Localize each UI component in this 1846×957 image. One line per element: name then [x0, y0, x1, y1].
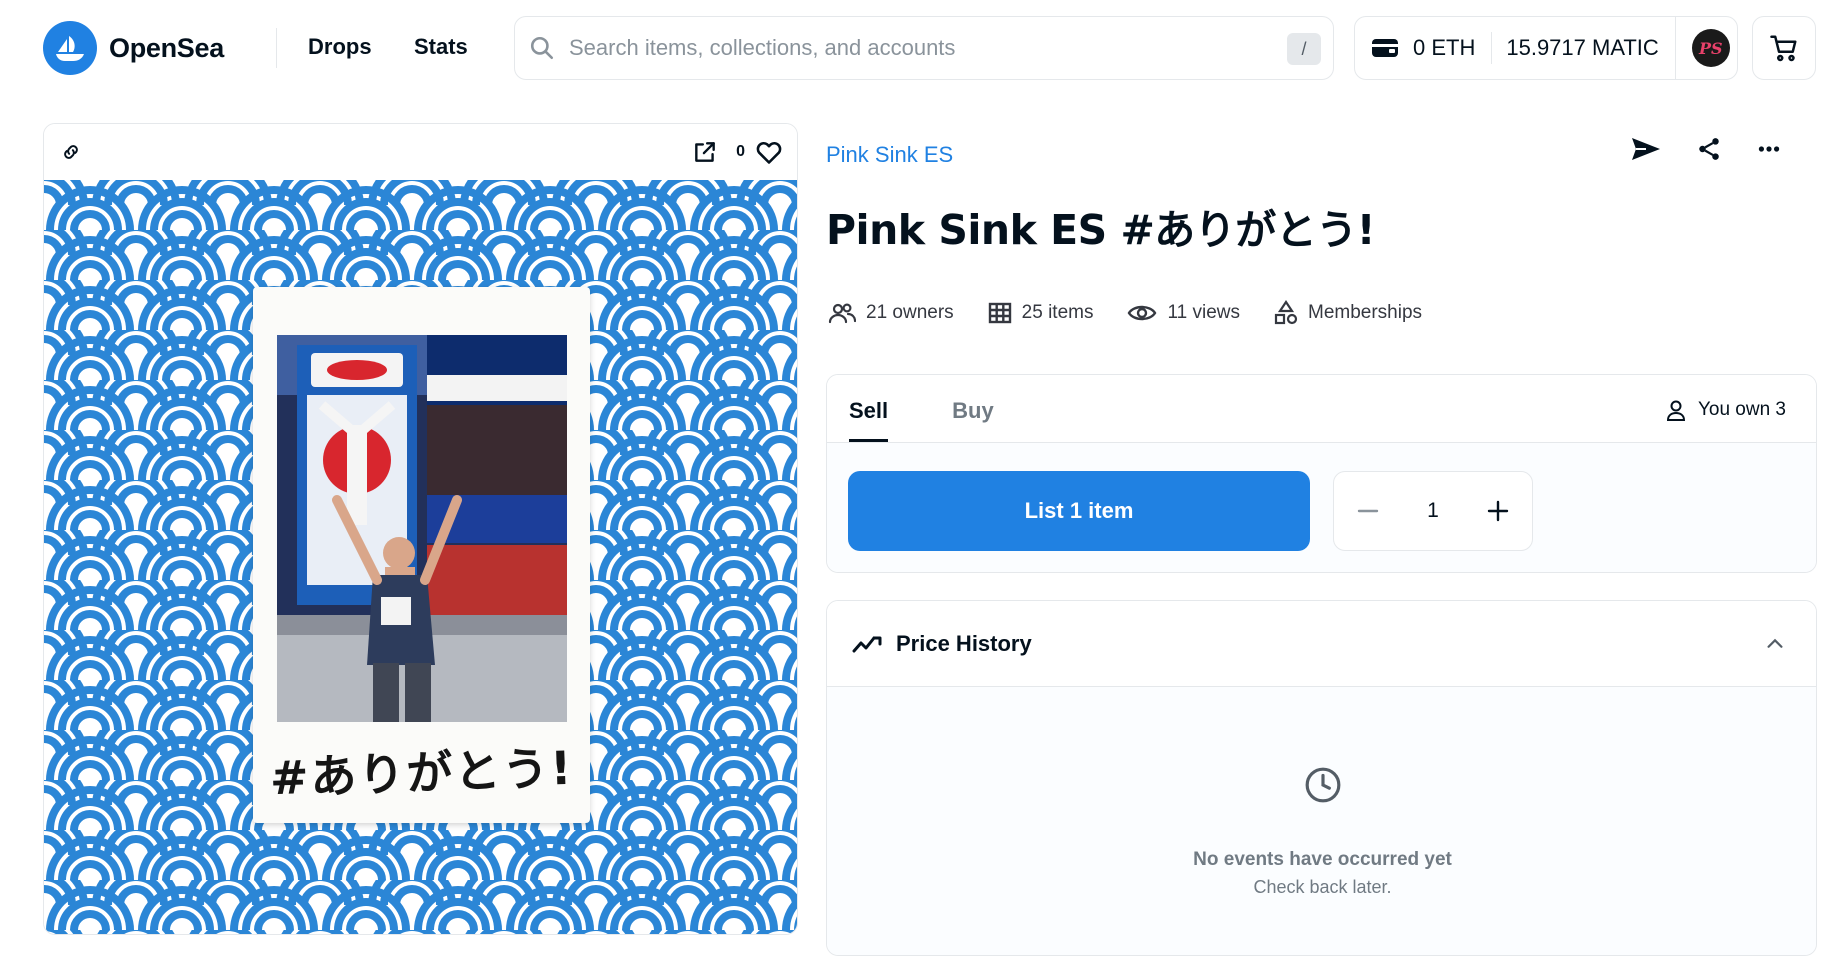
share-icon[interactable]	[1696, 136, 1722, 162]
price-history-header[interactable]: Price History	[827, 601, 1816, 687]
list-item-button[interactable]: List 1 item	[848, 471, 1310, 551]
item-media-card: 0 #ありがとう!	[43, 123, 798, 935]
owners-count: 21 owners	[866, 302, 954, 323]
more-options-icon[interactable]	[1756, 136, 1782, 162]
chevron-up-icon[interactable]	[1764, 633, 1786, 655]
price-history-title: Price History	[896, 630, 1032, 656]
logo-text: OpenSea	[109, 32, 224, 63]
chain-link-icon	[60, 141, 82, 163]
matic-balance[interactable]: 15.9717 MATIC	[1492, 17, 1674, 79]
search-input[interactable]	[569, 35, 1289, 61]
empty-state-subtitle: Check back later.	[1253, 877, 1392, 897]
items-count: 25 items	[1021, 302, 1094, 323]
nav-drops[interactable]: Drops	[308, 34, 372, 60]
quantity-value[interactable]: 1	[1427, 499, 1439, 523]
shopping-cart-icon	[1769, 33, 1799, 63]
favorite-count: 0	[736, 143, 745, 160]
media-toolbar: 0	[44, 124, 797, 180]
owners-stat[interactable]: 21 owners	[828, 301, 954, 325]
avatar: PS	[1691, 29, 1730, 67]
tab-buy[interactable]: Buy	[952, 398, 994, 442]
items-stat[interactable]: 25 items	[988, 301, 1094, 325]
open-external-icon[interactable]	[692, 139, 718, 165]
ownership-indicator: You own 3	[1666, 399, 1786, 421]
views-stat: 11 views	[1127, 302, 1240, 324]
person-icon	[1666, 399, 1686, 421]
trade-tabs: Sell Buy You own 3	[827, 375, 1816, 443]
profile-button[interactable]: PS	[1676, 17, 1730, 79]
nav-stats[interactable]: Stats	[414, 34, 468, 60]
nft-image[interactable]: #ありがとう!	[44, 180, 797, 934]
wallet-icon	[1371, 36, 1399, 60]
photo-scene	[277, 335, 567, 722]
matic-balance-text: 15.9717 MATIC	[1506, 35, 1659, 60]
sell-form: List 1 item 1	[827, 443, 1816, 572]
plus-icon[interactable]	[1486, 499, 1510, 523]
trending-line-icon	[852, 633, 882, 655]
send-icon[interactable]	[1630, 136, 1662, 162]
price-history-empty-state: No events have occurred yet Check back l…	[827, 687, 1816, 955]
cart-button[interactable]	[1752, 16, 1816, 80]
wallet-balance-widget[interactable]: 0 ETH 15.9717 MATIC PS	[1354, 16, 1738, 80]
polaroid-photo: #ありがとう!	[253, 287, 590, 823]
opensea-boat-icon	[43, 21, 97, 75]
tab-sell[interactable]: Sell	[849, 398, 889, 442]
grid-icon	[988, 301, 1012, 325]
eye-icon	[1127, 302, 1157, 324]
top-navbar: OpenSea Drops Stats / 0 ETH 15.9717 MATI	[0, 0, 1846, 96]
price-history-panel: Price History No events have occurred ye…	[826, 600, 1817, 956]
clock-icon	[1304, 766, 1342, 804]
item-actions	[1630, 136, 1782, 162]
item-title: Pink Sink ES #ありがとう!	[826, 206, 1376, 254]
category-label: Memberships	[1308, 302, 1423, 323]
heart-icon[interactable]	[755, 139, 783, 165]
you-own-text: You own 3	[1697, 399, 1786, 420]
eth-balance[interactable]: 0 ETH	[1355, 17, 1491, 79]
opensea-logo[interactable]: OpenSea	[43, 21, 224, 75]
minus-icon[interactable]	[1356, 499, 1380, 523]
search-bar[interactable]: /	[514, 16, 1334, 80]
collection-link[interactable]: Pink Sink ES	[826, 142, 953, 168]
trade-panel: Sell Buy You own 3 List 1 item 1	[826, 374, 1817, 573]
quantity-stepper[interactable]: 1	[1333, 471, 1533, 551]
people-icon	[828, 301, 856, 325]
category-stat[interactable]: Memberships	[1274, 300, 1422, 326]
media-actions: 0	[692, 139, 783, 165]
eth-balance-text: 0 ETH	[1413, 35, 1476, 60]
shapes-icon	[1274, 300, 1298, 326]
polaroid-caption: #ありがとう!	[268, 740, 575, 806]
empty-state-title: No events have occurred yet	[1193, 849, 1452, 870]
search-shortcut-key: /	[1287, 33, 1321, 65]
views-count: 11 views	[1167, 302, 1240, 323]
header-divider	[276, 28, 277, 68]
item-stats: 21 owners 25 items 11 views Memberships	[828, 300, 1422, 326]
search-icon	[529, 35, 555, 61]
